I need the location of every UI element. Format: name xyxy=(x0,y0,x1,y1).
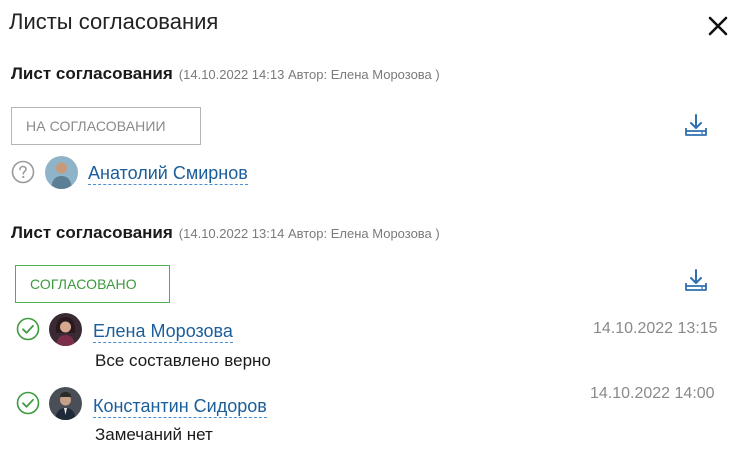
status-badge: СОГЛАСОВАНО xyxy=(15,265,170,303)
status-badge: НА СОГЛАСОВАНИИ xyxy=(11,107,201,145)
avatar xyxy=(49,387,82,420)
approver-name[interactable]: Елена Морозова xyxy=(93,320,233,343)
avatar xyxy=(49,313,82,346)
approval-comment: Все составлено верно xyxy=(95,351,271,370)
check-circle-icon xyxy=(16,391,40,415)
sheet-heading: Лист согласования (14.10.2022 14:13 Автор… xyxy=(11,64,440,84)
sheet-title: Лист согласования xyxy=(11,223,173,242)
approval-date: 14.10.2022 14:00 xyxy=(590,385,715,402)
panel-title: Листы согласования xyxy=(9,9,219,34)
download-icon[interactable] xyxy=(683,113,709,139)
approval-date: 14.10.2022 13:15 xyxy=(593,320,718,337)
question-icon xyxy=(11,160,35,184)
approver-name[interactable]: Анатолий Смирнов xyxy=(88,162,248,185)
approval-comment: Замечаний нет xyxy=(95,425,213,444)
sheet-meta: (14.10.2022 13:14 Автор: Елена Морозова … xyxy=(178,226,440,241)
download-icon[interactable] xyxy=(683,268,709,294)
sheet-heading: Лист согласования (14.10.2022 13:14 Автор… xyxy=(11,223,440,243)
sheet-title: Лист согласования xyxy=(11,64,173,83)
check-circle-icon xyxy=(16,317,40,341)
avatar xyxy=(45,156,78,189)
close-icon[interactable] xyxy=(704,12,732,40)
approver-name[interactable]: Константин Сидоров xyxy=(93,395,267,418)
sheet-meta: (14.10.2022 14:13 Автор: Елена Морозова … xyxy=(178,67,440,82)
